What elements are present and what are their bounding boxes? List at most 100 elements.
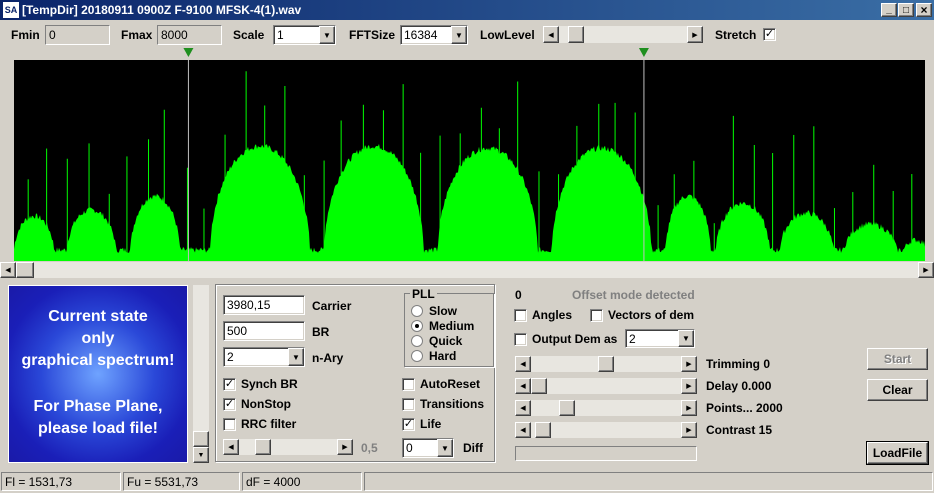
- chevron-down-icon[interactable]: ▼: [678, 330, 694, 347]
- start-button[interactable]: Start: [867, 348, 928, 370]
- delay-label: Delay 0.000: [706, 379, 772, 393]
- chevron-down-icon[interactable]: ▼: [451, 26, 467, 44]
- spectrum-markers: [183, 48, 649, 57]
- scroll-right-icon[interactable]: ▶: [681, 422, 697, 438]
- panel-scrollbar-thumb[interactable]: [193, 431, 209, 447]
- close-button[interactable]: ×: [916, 3, 932, 17]
- vectors-checkbox[interactable]: [590, 308, 603, 322]
- contrast-slider-thumb[interactable]: [535, 422, 551, 438]
- info-line-3: graphical spectrum!: [21, 352, 175, 369]
- scroll-left-icon[interactable]: ◀: [515, 400, 531, 416]
- minimize-button[interactable]: _: [881, 3, 897, 17]
- fmax-field[interactable]: 8000: [157, 25, 222, 45]
- lowlevel-slider-thumb[interactable]: [567, 26, 584, 43]
- pll-option-slow[interactable]: Slow: [411, 303, 474, 318]
- pll-radio-hard[interactable]: [411, 349, 423, 362]
- points-slider-thumb[interactable]: [559, 400, 575, 416]
- nary-select-value: 2: [227, 350, 234, 364]
- upper-cursor-marker-icon[interactable]: [638, 48, 649, 57]
- br-input[interactable]: 500: [223, 321, 305, 341]
- synch-br-checkbox[interactable]: ✓: [223, 377, 236, 391]
- diff-select[interactable]: 0 ▼: [402, 438, 454, 458]
- output-option[interactable]: Output Dem as: [514, 332, 617, 346]
- pll-option-quick[interactable]: Quick: [411, 333, 474, 348]
- points-slider[interactable]: ◀ ▶: [515, 400, 697, 416]
- stretch-checkbox[interactable]: ✓: [763, 28, 776, 41]
- scroll-left-icon[interactable]: ◀: [543, 26, 559, 43]
- transitions-label: Transitions: [420, 397, 485, 411]
- angles-option[interactable]: Angles: [514, 308, 572, 322]
- angles-checkbox[interactable]: [514, 308, 527, 322]
- trimming-slider[interactable]: ◀ ▶: [515, 356, 697, 372]
- chevron-down-icon[interactable]: ▼: [319, 26, 335, 44]
- scroll-right-icon[interactable]: ▶: [681, 356, 697, 372]
- status-fl: Fl = 1531,73: [1, 472, 121, 491]
- nonstop-checkbox[interactable]: ✓: [223, 397, 236, 411]
- maximize-button[interactable]: □: [898, 3, 914, 17]
- vectors-label: Vectors of dem: [608, 308, 695, 322]
- scroll-right-icon[interactable]: ▶: [337, 439, 353, 455]
- scale-select-value: 1: [277, 28, 284, 42]
- rrc-filter-label: RRC filter: [241, 417, 297, 431]
- transitions-checkbox[interactable]: [402, 397, 415, 411]
- trimming-slider-thumb[interactable]: [598, 356, 614, 372]
- output-dem-checkbox[interactable]: [514, 332, 527, 346]
- pll-label-quick: Quick: [429, 333, 463, 348]
- life-option[interactable]: ✓ Life: [402, 417, 441, 431]
- lower-cursor-marker-icon[interactable]: [183, 48, 194, 57]
- autoreset-option[interactable]: AutoReset: [402, 377, 480, 391]
- rolloff-slider-thumb[interactable]: [255, 439, 271, 455]
- fmin-field[interactable]: 0: [45, 25, 110, 45]
- scroll-left-icon[interactable]: ◀: [223, 439, 239, 455]
- spectrum-view[interactable]: [14, 60, 925, 261]
- autoreset-checkbox[interactable]: [402, 377, 415, 391]
- spectrum-scrollbar-thumb[interactable]: [16, 262, 34, 278]
- scroll-left-icon[interactable]: ◀: [515, 356, 531, 372]
- scale-label: Scale: [233, 28, 265, 42]
- scroll-right-icon[interactable]: ▶: [918, 262, 934, 278]
- nonstop-option[interactable]: ✓ NonStop: [223, 397, 291, 411]
- loadfile-button[interactable]: LoadFile: [866, 441, 929, 465]
- synch-br-label: Synch BR: [241, 377, 298, 391]
- transitions-option[interactable]: Transitions: [402, 397, 484, 411]
- spectrum-scrollbar[interactable]: ◀ ▶: [0, 262, 934, 278]
- spectrum-fill: [14, 143, 925, 261]
- panel-vertical-scrollbar[interactable]: ▼: [193, 285, 209, 463]
- pll-radio-slow[interactable]: [411, 304, 423, 317]
- scroll-down-icon[interactable]: ▼: [193, 447, 209, 463]
- clear-button[interactable]: Clear: [867, 379, 928, 401]
- vectors-option[interactable]: Vectors of dem: [590, 308, 694, 322]
- scroll-right-icon[interactable]: ▶: [687, 26, 703, 43]
- scale-select[interactable]: 1 ▼: [273, 25, 336, 45]
- fftsize-select[interactable]: 16384 ▼: [400, 25, 468, 45]
- rrc-option[interactable]: RRC filter: [223, 417, 296, 431]
- synch-br-option[interactable]: ✓ Synch BR: [223, 377, 298, 391]
- fmin-label: Fmin: [11, 28, 40, 42]
- pll-radio-quick[interactable]: [411, 334, 423, 347]
- output-dem-select[interactable]: 2 ▼: [625, 329, 695, 348]
- nary-select[interactable]: 2 ▼: [223, 347, 305, 367]
- contrast-slider[interactable]: ◀ ▶: [515, 422, 697, 438]
- chevron-down-icon[interactable]: ▼: [437, 439, 453, 457]
- pll-option-hard[interactable]: Hard: [411, 348, 474, 363]
- scroll-left-icon[interactable]: ◀: [0, 262, 16, 278]
- pll-option-medium[interactable]: Medium: [411, 318, 474, 333]
- delay-slider[interactable]: ◀ ▶: [515, 378, 697, 394]
- scroll-left-icon[interactable]: ◀: [515, 422, 531, 438]
- rolloff-slider[interactable]: ◀ ▶: [223, 439, 353, 455]
- counter-value: 0: [515, 288, 522, 302]
- delay-slider-thumb[interactable]: [531, 378, 547, 394]
- rrc-filter-checkbox[interactable]: [223, 417, 236, 431]
- scroll-right-icon[interactable]: ▶: [681, 378, 697, 394]
- carrier-input[interactable]: 3980,15: [223, 295, 305, 315]
- scroll-left-icon[interactable]: ◀: [515, 378, 531, 394]
- info-line-1: Current state: [48, 308, 148, 325]
- chevron-down-icon[interactable]: ▼: [288, 348, 304, 366]
- app-icon[interactable]: SA: [3, 2, 19, 18]
- status-df: dF = 4000: [242, 472, 362, 491]
- scroll-right-icon[interactable]: ▶: [681, 400, 697, 416]
- life-checkbox[interactable]: ✓: [402, 417, 415, 431]
- fmax-label: Fmax: [121, 28, 153, 42]
- pll-radio-medium[interactable]: [411, 319, 423, 332]
- lowlevel-slider[interactable]: ◀ ▶: [543, 26, 703, 43]
